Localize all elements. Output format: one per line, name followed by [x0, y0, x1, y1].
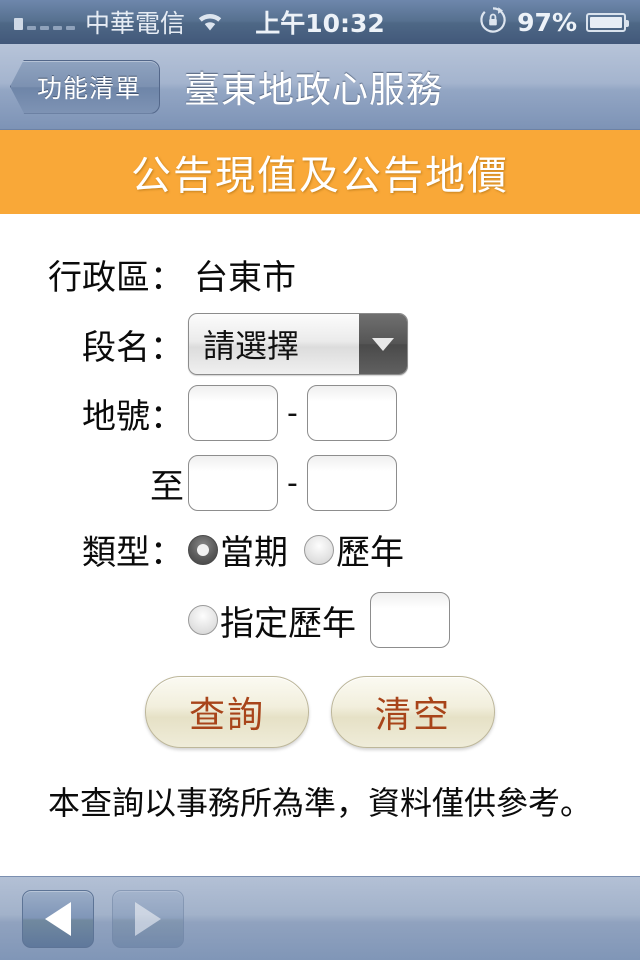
chevron-down-icon[interactable]: [359, 314, 407, 374]
district-value: 台東市: [194, 258, 296, 298]
landno-row: 地號： -: [0, 385, 640, 441]
carrier-name: 中華電信: [85, 9, 186, 38]
action-buttons: 查詢 清空: [0, 676, 640, 748]
district-label: 行政區：: [48, 258, 184, 298]
page-title: 臺東地政心服務: [184, 69, 444, 111]
radio-current-period[interactable]: [188, 534, 218, 565]
specified-year-row: 指定歷年: [0, 592, 640, 648]
signal-strength-icon: [14, 14, 75, 30]
clear-button[interactable]: 清空: [331, 676, 495, 748]
landno-main-input[interactable]: [188, 385, 278, 441]
status-bar-left: 中華電信: [14, 4, 225, 40]
radio-historical[interactable]: [304, 534, 334, 565]
toolbar-forward-button[interactable]: [112, 889, 184, 948]
landno-sub-input[interactable]: [306, 385, 397, 441]
section-banner-title: 公告現值及公告地價: [131, 153, 509, 199]
radio-historical-label: 歷年: [336, 533, 404, 573]
section-banner: 公告現值及公告地價: [0, 130, 640, 214]
landno-to-separator: -: [287, 465, 298, 501]
section-select-value: 請選擇: [203, 327, 300, 365]
landno-fields: -: [188, 385, 397, 441]
battery-icon: [586, 12, 629, 32]
triangle-left-icon: [45, 901, 71, 936]
main-content: 行政區： 台東市 段名： 請選擇 地號： - 至 - 類型： 當期 歷年 指定歷…: [0, 214, 640, 876]
radio-specified-year[interactable]: [188, 605, 218, 635]
navigation-bar: 功能清單 臺東地政心服務: [0, 44, 640, 130]
landno-to-fields: -: [188, 455, 397, 511]
wifi-icon: [195, 11, 225, 33]
landno-separator: -: [287, 395, 298, 431]
bottom-toolbar: [0, 876, 640, 960]
type-radio-group: 當期 歷年: [188, 525, 404, 574]
section-label: 段名：: [82, 327, 184, 368]
back-button[interactable]: 功能清單: [10, 59, 161, 114]
specified-year-group: 指定歷年: [188, 592, 450, 648]
radio-specified-year-label: 指定歷年: [220, 603, 356, 644]
triangle-right-icon: [135, 901, 161, 936]
query-form: 行政區： 台東市 段名： 請選擇 地號： - 至 - 類型： 當期 歷年 指定歷…: [0, 214, 640, 824]
form-note: 本查詢以事務所為準，資料僅供參考。: [47, 784, 592, 822]
radio-current-period-label: 當期: [220, 533, 288, 573]
section-row: 段名： 請選擇: [0, 313, 640, 375]
battery-percent: 97%: [517, 7, 577, 37]
landno-to-sub-input[interactable]: [306, 455, 397, 511]
status-bar: 中華電信 上午10:32 97%: [0, 0, 640, 44]
rotation-lock-icon: [478, 5, 508, 39]
toolbar-back-button[interactable]: [22, 889, 94, 948]
landno-label: 地號：: [82, 396, 184, 437]
section-select-box[interactable]: 請選擇: [188, 313, 408, 375]
landno-to-row: 至 -: [0, 455, 640, 511]
landno-to-main-input[interactable]: [188, 455, 278, 511]
type-label: 類型：: [82, 533, 184, 573]
submit-button[interactable]: 查詢: [145, 676, 309, 748]
status-bar-right: 97%: [478, 5, 629, 39]
district-row: 行政區： 台東市: [0, 250, 640, 299]
specified-year-input[interactable]: [370, 592, 450, 648]
landno-to-label: 至: [150, 466, 184, 507]
type-row: 類型： 當期 歷年: [0, 525, 640, 574]
section-select[interactable]: 請選擇: [188, 313, 408, 375]
app-root: 中華電信 上午10:32 97% 功能清單 臺東地政心服務 公告現值及公告地價 …: [0, 0, 640, 960]
